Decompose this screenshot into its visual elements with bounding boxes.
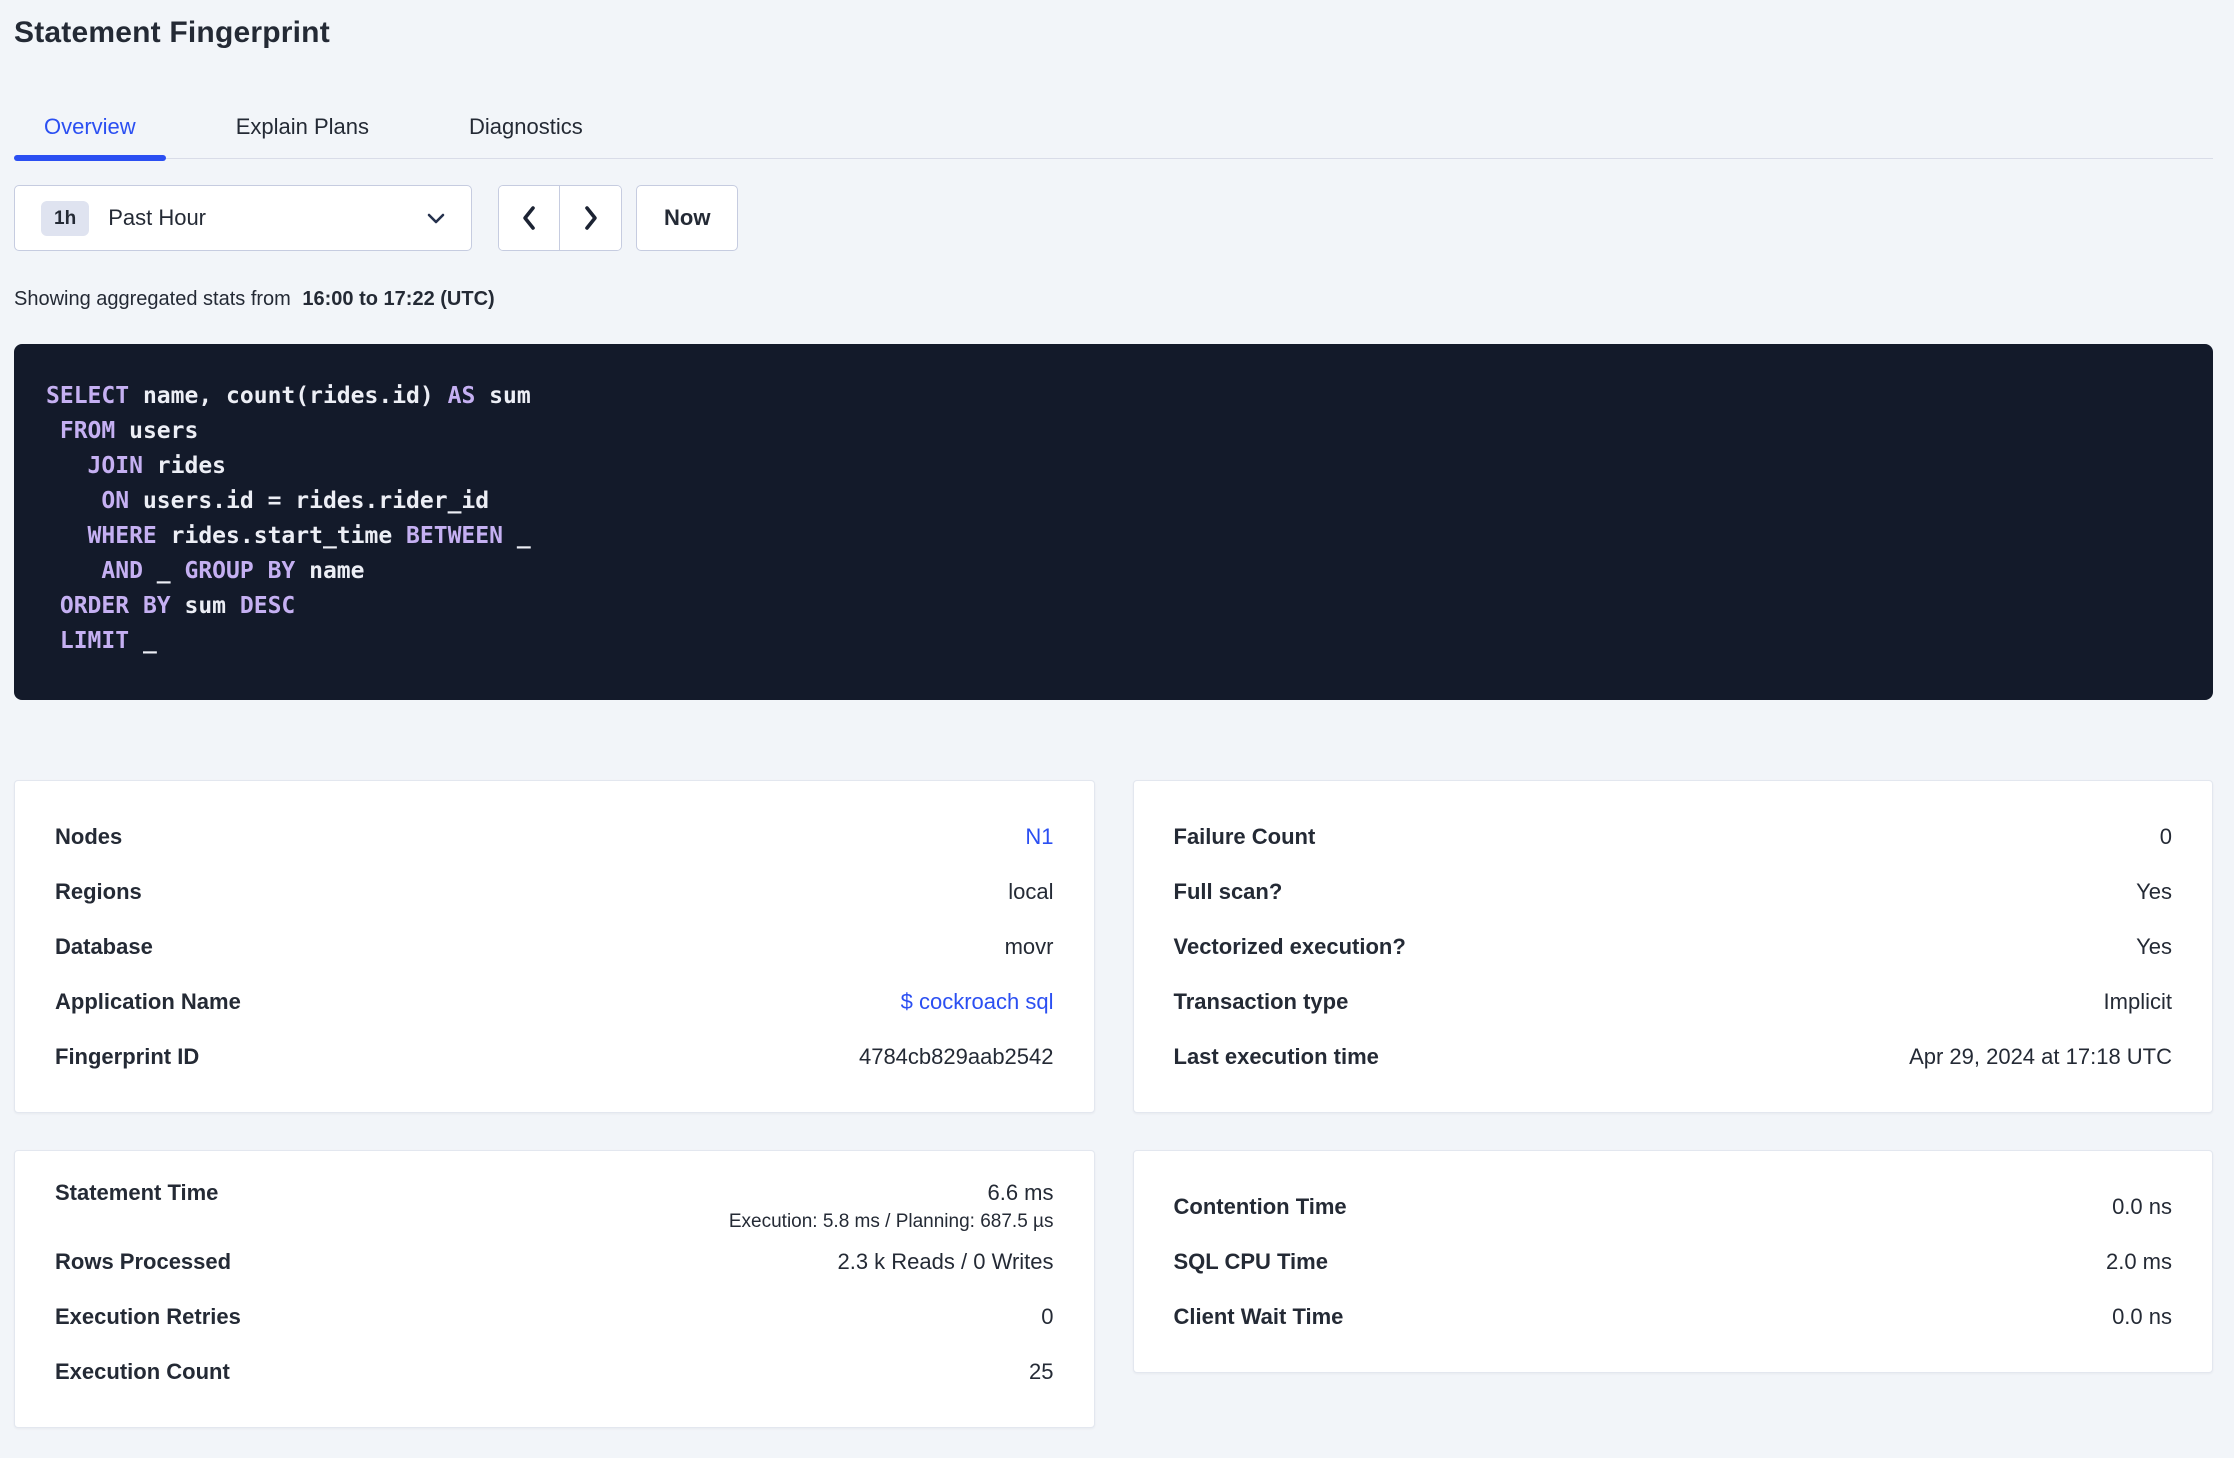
row-value: 25 [1029,1358,1054,1384]
chevron-left-icon [523,206,535,230]
tab-diagnostics[interactable]: Diagnostics [439,114,613,158]
row-label: Transaction type [1173,988,1349,1014]
sql-line: AND _ GROUP BY name [101,558,365,584]
sql-line: LIMIT _ [59,628,157,654]
card-row-database: Database movr [55,919,1054,974]
row-label: Full scan? [1173,878,1283,904]
row-label: SQL CPU Time [1173,1248,1328,1274]
page-title: Statement Fingerprint [14,16,330,49]
card-row-sql-cpu-time: SQL CPU Time 2.0 ms [1174,1234,2173,1289]
status-time-range: 16:00 to 17:22 (UTC) [302,288,495,310]
card-row-statement-time: Statement Time 6.6 ms Execution: 5.8 ms / … [55,1179,1054,1234]
status-prefix: Showing aggregated stats from [14,288,291,310]
row-value-link[interactable]: $ cockroach sql [901,989,1054,1015]
card-row-transaction-type: Transaction type Implicit [1174,974,2173,1029]
row-label: Last execution time [1173,1043,1379,1069]
row-value: 4784cb829aab2542 [858,1043,1054,1069]
sql-line: JOIN rides [87,453,227,479]
row-label: Regions [55,878,142,904]
card-row-last-execution-time: Last execution time Apr 29, 2024 at 17:18… [1174,1029,2173,1084]
row-label: Contention Time [1173,1193,1347,1219]
row-value: Yes [2136,878,2172,904]
sql-line: WHERE rides.start_time BETWEEN _ [87,523,531,549]
row-value-link[interactable]: N1 [1025,824,1053,850]
row-value: Implicit [2103,988,2172,1014]
row-label: Fingerprint ID [55,1043,200,1069]
row-label: Statement Time [55,1180,219,1205]
card-row-fingerprint-id: Fingerprint ID 4784cb829aab2542 [55,1029,1054,1084]
prev-time-range-button[interactable] [499,186,560,250]
row-label: Rows Processed [55,1248,232,1274]
tab-explain-plans[interactable]: Explain Plans [206,114,399,158]
row-value: 2.3 k Reads / 0 Writes [837,1248,1054,1274]
row-subvalue: Execution: 5.8 ms / Planning: 687.5 µs [728,1211,1054,1232]
card-row-nodes: Nodes N1 [55,809,1054,864]
card-row-vectorized-execution: Vectorized execution? Yes [1174,919,2173,974]
card-row-execution-count: Execution Count 25 [55,1344,1054,1399]
time-range-badge: 1h [41,200,90,236]
row-value: 0.0 ns [2112,1193,2172,1219]
card-row-application-name: Application Name $ cockroach sql [55,974,1054,1029]
row-value: local [1008,878,1054,904]
row-value: Apr 29, 2024 at 17:18 UTC [1909,1043,2172,1069]
sql-line: SELECT name, count(rides.id) AS sum [46,383,531,409]
aggregation-status: Showing aggregated stats from 16:00 to 1… [14,287,2213,311]
card-overview-right: Failure Count 0 Full scan? Yes Vectorized ex… [1132,780,2213,1113]
card-row-full-scan: Full scan? Yes [1174,864,2173,919]
card-row-regions: Regions local [55,864,1054,919]
sql-line: ORDER BY sum DESC [59,593,296,619]
sql-line: FROM users [59,418,199,444]
card-row-failure-count: Failure Count 0 [1174,809,2173,864]
row-value: 0 [2159,823,2172,849]
row-value: movr [1004,933,1054,959]
card-row-client-wait-time: Client Wait Time 0.0 ns [1174,1289,2173,1344]
row-label: Vectorized execution? [1173,933,1406,959]
time-range-selector[interactable]: 1h Past Hour [14,185,472,251]
tab-bar: Overview Explain Plans Diagnostics [14,114,2213,161]
card-row-contention-time: Contention Time 0.0 ns [1174,1179,2173,1234]
time-arrow-group [498,185,622,251]
chevron-down-icon [427,213,445,223]
row-value: 2.0 ms [2105,1248,2172,1274]
time-controls: 1h Past Hour Now [14,185,2213,251]
tab-overview[interactable]: Overview [14,114,166,161]
chevron-right-icon [584,206,597,230]
card-wait-times: Contention Time 0.0 ns SQL CPU Time 2.0 ms C… [1132,1150,2213,1373]
statement-fingerprint-page: Statement Fingerprint Overview Explain P… [0,0,2234,1428]
row-label: Database [55,933,153,959]
row-label: Execution Retries [55,1303,241,1329]
next-time-range-button[interactable] [560,186,621,250]
time-range-label: Past Hour [108,205,207,230]
sql-line: ON users.id = rides.rider_id [101,488,490,514]
row-value: 0 [1041,1303,1054,1329]
tab-label: Diagnostics [469,114,583,139]
card-row-execution-retries: Execution Retries 0 [55,1289,1054,1344]
card-row-rows-processed: Rows Processed 2.3 k Reads / 0 Writes [55,1234,1054,1289]
row-label: Application Name [55,988,241,1014]
row-value: 6.6 ms [987,1180,1054,1205]
row-label: Client Wait Time [1173,1303,1344,1329]
row-value: Yes [2136,933,2172,959]
row-label: Execution Count [55,1358,230,1384]
now-button[interactable]: Now [636,185,739,251]
card-statement-times: Statement Time 6.6 ms Execution: 5.8 ms / … [14,1150,1095,1428]
card-overview-left: Nodes N1 Regions local Database movr Applicati… [14,780,1095,1113]
row-label: Nodes [55,823,123,849]
tab-label: Overview [44,114,136,139]
tab-label: Explain Plans [235,114,369,139]
row-label: Failure Count [1173,823,1316,849]
sql-statement: SELECT name, count(rides.id) AS sum FROM… [14,344,2213,700]
row-value: 0.0 ns [2112,1303,2172,1329]
summary-cards: Nodes N1 Regions local Database movr Applicati… [14,780,2213,1428]
